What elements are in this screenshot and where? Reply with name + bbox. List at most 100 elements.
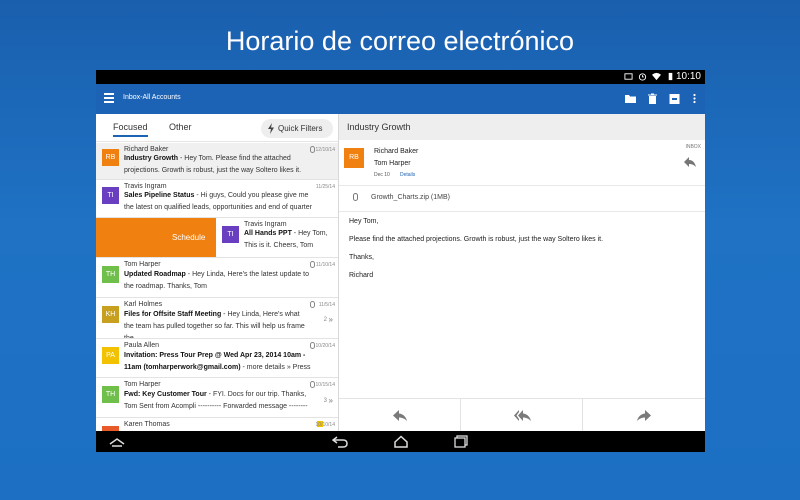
more-vert-icon[interactable] xyxy=(688,92,701,105)
avatar: TH xyxy=(102,266,119,283)
message-header: RB Richard Baker Tom Harper Dec 10 Detai… xyxy=(339,140,705,186)
forward-icon xyxy=(637,410,651,421)
status-time: 10:10 xyxy=(675,71,701,82)
screenshot-icon xyxy=(624,73,633,80)
alarm-icon xyxy=(638,73,647,81)
message-sender: Paula Allen xyxy=(124,342,160,349)
message-row[interactable]: KH Karl Holmes 11/5/14 Files for Offsite… xyxy=(96,298,338,339)
body-line: Richard xyxy=(349,272,374,279)
message-sender: Travis Ingram xyxy=(244,221,287,228)
message-date: 11/5/14 xyxy=(318,302,335,308)
message-date: 10/20/14 xyxy=(315,343,335,349)
expand-thread-icon[interactable]: » xyxy=(329,396,333,405)
message-to: Tom Harper xyxy=(374,160,411,167)
body-line: Hey Tom, xyxy=(349,218,379,225)
message-row[interactable]: KT Karen Thomas 10/10/14 xyxy=(96,418,338,431)
reply-icon xyxy=(393,410,407,421)
avatar: KH xyxy=(102,306,119,323)
trash-icon[interactable] xyxy=(646,92,659,105)
message-preview: Sales Pipeline Status - Hi guys, Could y… xyxy=(124,190,319,214)
reply-all-button[interactable] xyxy=(461,399,583,432)
message-sender: Richard Baker xyxy=(124,146,169,153)
back-icon[interactable] xyxy=(332,435,348,448)
reply-icon[interactable] xyxy=(683,156,697,168)
message-date: 10/10/14 xyxy=(315,422,335,428)
message-sender: Karl Holmes xyxy=(124,301,163,308)
message-subject: Files for Offsite Staff Meeting xyxy=(124,311,222,318)
message-preview: All Hands PPT - Hey Tom, This is it. Che… xyxy=(244,228,337,252)
attachment-icon xyxy=(310,342,315,349)
attachment-icon xyxy=(310,261,315,268)
avatar: TI xyxy=(222,226,239,243)
message-snippet: - more details » Press xyxy=(240,364,311,371)
forward-button[interactable] xyxy=(583,399,705,432)
battery-icon xyxy=(668,72,673,81)
message-row[interactable]: PA Paula Allen 10/20/14 Invitation: Pres… xyxy=(96,339,338,378)
message-preview: Updated Roadmap - Hey Linda, Here's the … xyxy=(124,269,319,293)
message-preview: Fwd: Key Customer Tour - FYI. Docs for o… xyxy=(124,389,309,417)
message-sender: Tom Harper xyxy=(124,261,161,268)
message-row[interactable]: TI Travis Ingram 11/25/14 Sales Pipeline… xyxy=(96,180,338,218)
schedule-swipe-action[interactable]: Schedule xyxy=(96,218,216,257)
account-selector[interactable]: Inbox-All Accounts xyxy=(123,94,181,101)
wifi-icon xyxy=(652,72,661,81)
avatar: RB xyxy=(344,148,364,168)
attachment-icon xyxy=(353,193,358,201)
avatar: TI xyxy=(102,187,119,204)
reading-pane: Industry Growth RB Richard Baker Tom Har… xyxy=(339,114,705,432)
message-from: Richard Baker xyxy=(374,148,419,155)
thread-count: 2 xyxy=(323,317,327,323)
message-preview: Files for Offsite Staff Meeting - Hey Li… xyxy=(124,309,309,338)
attachment-name: Growth_Charts.zip (1MB) xyxy=(371,194,450,201)
attachment-row[interactable]: Growth_Charts.zip (1MB) xyxy=(339,186,705,212)
message-row[interactable]: TH Tom Harper 10/15/14 Fwd: Key Customer… xyxy=(96,378,338,418)
message-action-bar xyxy=(339,398,705,432)
inbox-tabs: Focused Other Quick Filters xyxy=(96,114,338,142)
message-preview: Invitation: Press Tour Prep @ Wed Apr 23… xyxy=(124,350,319,374)
body-line: Please find the attached projections. Gr… xyxy=(349,236,604,243)
hamburger-menu-icon[interactable] xyxy=(104,93,114,103)
navigation-bar xyxy=(96,431,705,452)
expand-thread-icon[interactable]: » xyxy=(329,315,333,324)
message-preview: Industry Growth - Hey Tom. Please find t… xyxy=(124,153,319,177)
message-row-swiped[interactable]: Schedule TI Travis Ingram All Hands PPT … xyxy=(96,218,338,258)
message-row[interactable]: TH Tom Harper 11/10/14 Updated Roadmap -… xyxy=(96,258,338,298)
status-bar: 10:10 xyxy=(96,70,705,84)
swiped-message-content: TI Travis Ingram All Hands PPT - Hey Tom… xyxy=(216,218,338,257)
attachment-icon xyxy=(310,381,315,388)
tab-other[interactable]: Other xyxy=(169,122,192,132)
message-subject: Sales Pipeline Status xyxy=(124,192,195,199)
message-date: Dec 10 xyxy=(374,172,390,178)
conversation-subject: Industry Growth xyxy=(347,122,411,132)
avatar: PA xyxy=(102,347,119,364)
message-subject: All Hands PPT xyxy=(244,230,292,237)
attachment-icon xyxy=(310,146,315,153)
tablet-screen: 10:10 Inbox-All Accounts Focused Other Q… xyxy=(96,70,705,452)
reply-button[interactable] xyxy=(339,399,461,432)
message-sender: Travis Ingram xyxy=(124,183,167,190)
lightning-icon xyxy=(268,123,274,134)
thread-count: 3 xyxy=(323,398,327,404)
body-line: Thanks, xyxy=(349,254,374,261)
message-sender: Karen Thomas xyxy=(124,421,170,428)
quick-filters-button[interactable]: Quick Filters xyxy=(261,119,333,138)
keyboard-hide-icon[interactable] xyxy=(109,435,125,448)
message-date: 11/10/14 xyxy=(315,262,335,268)
archive-icon[interactable] xyxy=(668,92,681,105)
message-row[interactable]: RB Richard Baker 12/10/14 Industry Growt… xyxy=(96,143,338,180)
message-subject: Updated Roadmap xyxy=(124,271,186,278)
schedule-label: Schedule xyxy=(172,233,206,242)
message-sender: Tom Harper xyxy=(124,381,161,388)
home-icon[interactable] xyxy=(393,435,409,448)
avatar: RB xyxy=(102,149,119,166)
message-list-pane: Focused Other Quick Filters RB Richard B… xyxy=(96,114,339,431)
details-link[interactable]: Details xyxy=(400,172,415,178)
folder-icon[interactable] xyxy=(624,92,637,105)
tab-focused[interactable]: Focused xyxy=(113,122,148,137)
recent-apps-icon[interactable] xyxy=(453,435,469,448)
quick-filters-label: Quick Filters xyxy=(278,124,323,133)
message-date: 10/15/14 xyxy=(315,382,335,388)
message-subject: Fwd: Key Customer Tour xyxy=(124,391,207,398)
reading-pane-header: Industry Growth xyxy=(339,114,705,140)
avatar: TH xyxy=(102,386,119,403)
